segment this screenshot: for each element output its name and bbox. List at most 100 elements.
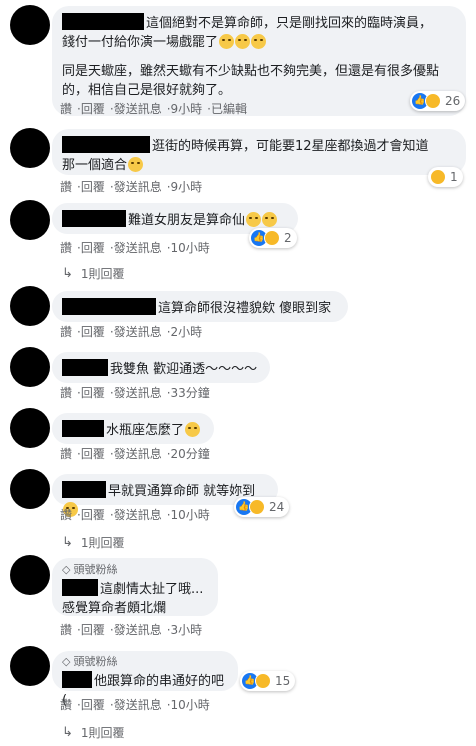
like-button[interactable]: 讚 xyxy=(60,447,72,461)
redacted-name[interactable] xyxy=(62,359,108,376)
laughing-emoji-icon xyxy=(251,34,267,49)
reply-button[interactable]: 回覆 xyxy=(81,241,105,255)
reply-button[interactable]: 回覆 xyxy=(81,102,105,116)
view-replies-link[interactable]: ↳ 1則回覆 xyxy=(62,534,125,551)
avatar[interactable] xyxy=(10,5,50,45)
comment-actions: 讚 ·回覆 ·發送訊息 ·33分鐘 xyxy=(60,386,210,400)
rofl-emoji-icon xyxy=(262,212,278,227)
redacted-name[interactable] xyxy=(62,136,150,153)
haha-reaction-icon xyxy=(430,169,446,185)
avatar[interactable] xyxy=(10,128,50,168)
like-button[interactable]: 讚 xyxy=(60,508,72,522)
redacted-name[interactable] xyxy=(62,298,156,315)
avatar[interactable] xyxy=(10,555,50,595)
redacted-name[interactable] xyxy=(62,13,144,30)
reply-arrow-icon: ↳ xyxy=(62,266,73,281)
comment-text: 這算命師很沒禮貌欸 傻眼到家 xyxy=(158,301,332,316)
comment-actions: 讚 ·回覆 ·發送訊息 ·2小時 xyxy=(60,325,203,339)
timestamp[interactable]: 9小時 xyxy=(171,102,203,116)
redacted-name[interactable] xyxy=(62,671,92,688)
comment-text: 難道女朋友是算命仙 xyxy=(128,213,246,228)
send-message-button[interactable]: 發送訊息 xyxy=(114,325,162,339)
reply-button[interactable]: 回覆 xyxy=(81,180,105,194)
haha-reaction-icon xyxy=(249,499,265,515)
send-message-button[interactable]: 發送訊息 xyxy=(114,623,162,637)
comment-actions: 讚 ·回覆 ·發送訊息 ·10小時 xyxy=(60,698,210,712)
send-message-button[interactable]: 發送訊息 xyxy=(114,386,162,400)
timestamp[interactable]: 9小時 xyxy=(171,180,203,194)
reaction-summary[interactable]: 1 xyxy=(428,167,463,187)
send-message-button[interactable]: 發送訊息 xyxy=(114,698,162,712)
timestamp[interactable]: 2小時 xyxy=(171,325,203,339)
haha-reaction-icon xyxy=(425,93,441,109)
reply-button[interactable]: 回覆 xyxy=(81,698,105,712)
reaction-summary[interactable]: 👍 15 xyxy=(240,671,296,691)
smiling-emoji-icon xyxy=(185,422,201,437)
reply-button[interactable]: 回覆 xyxy=(81,325,105,339)
edited-label: 已編輯 xyxy=(211,102,248,116)
avatar[interactable] xyxy=(10,200,50,240)
timestamp[interactable]: 10小時 xyxy=(171,698,210,712)
avatar[interactable] xyxy=(10,408,50,448)
reply-button[interactable]: 回覆 xyxy=(81,623,105,637)
laughing-emoji-icon xyxy=(219,34,235,49)
comment-text: 逛街的時候再算，可能要12星座都換過才會知道 xyxy=(152,139,429,154)
send-message-button[interactable]: 發送訊息 xyxy=(114,241,162,255)
diamond-icon: ◇ xyxy=(62,563,71,576)
comment-actions: 讚 ·回覆 ·發送訊息 ·20分鐘 xyxy=(60,447,210,461)
redacted-name[interactable] xyxy=(62,420,104,437)
reply-button[interactable]: 回覆 xyxy=(81,447,105,461)
top-fan-badge: ◇ 頭號粉絲 xyxy=(62,563,118,576)
like-button[interactable]: 讚 xyxy=(60,698,72,712)
reply-button[interactable]: 回覆 xyxy=(81,386,105,400)
comment-actions: 讚 ·回覆 ·發送訊息 ·10小時 xyxy=(60,241,210,255)
timestamp[interactable]: 3小時 xyxy=(171,623,203,637)
send-message-button[interactable]: 發送訊息 xyxy=(114,508,162,522)
comment-text: 感覺算命者頗北爛 xyxy=(62,601,167,616)
reaction-summary[interactable]: 👍 26 xyxy=(410,91,466,111)
send-message-button[interactable]: 發送訊息 xyxy=(114,447,162,461)
timestamp[interactable]: 10小時 xyxy=(171,508,210,522)
avatar[interactable] xyxy=(10,646,50,686)
redacted-name[interactable] xyxy=(62,210,126,227)
like-button[interactable]: 讚 xyxy=(60,241,72,255)
haha-reaction-icon xyxy=(264,230,280,246)
comment-actions: 讚 ·回覆 ·發送訊息 ·9小時 xyxy=(60,180,203,194)
comment-bubble: 水瓶座怎麼了 xyxy=(52,413,214,444)
avatar[interactable] xyxy=(10,347,50,387)
reply-arrow-icon: ↳ xyxy=(62,535,73,550)
like-button[interactable]: 讚 xyxy=(60,623,72,637)
reaction-summary[interactable]: 👍 2 xyxy=(249,228,297,248)
comment-text: 那一個適合 xyxy=(62,158,128,173)
like-button[interactable]: 讚 xyxy=(60,102,72,116)
comment-text: 水瓶座怎麼了 xyxy=(106,423,185,438)
reaction-summary[interactable]: 👍 24 xyxy=(234,497,290,517)
comment-text: 同是天蠍座，雖然天蠍有不少缺點也不夠完美，但還是有很多優點的，相信自己是很好就夠… xyxy=(62,64,440,98)
smiling-emoji-icon xyxy=(128,157,144,172)
top-fan-badge: ◇ 頭號粉絲 xyxy=(62,655,118,668)
comment-actions: 讚 ·回覆 ·發送訊息 ·10小時 xyxy=(60,508,210,522)
timestamp[interactable]: 33分鐘 xyxy=(171,386,210,400)
like-button[interactable]: 讚 xyxy=(60,180,72,194)
reply-button[interactable]: 回覆 xyxy=(81,508,105,522)
redacted-name[interactable] xyxy=(62,579,98,596)
comment-text: 這個絕對不是算命師，只是剛找回來的臨時演員， xyxy=(62,13,454,33)
timestamp[interactable]: 20分鐘 xyxy=(171,447,210,461)
send-message-button[interactable]: 發送訊息 xyxy=(114,102,162,116)
like-button[interactable]: 讚 xyxy=(60,386,72,400)
view-replies-link[interactable]: ↳ 1則回覆 xyxy=(62,724,125,741)
timestamp[interactable]: 10小時 xyxy=(171,241,210,255)
comment-bubble: 逛街的時候再算，可能要12星座都換過才會知道 那一個適合 xyxy=(52,129,466,175)
haha-reaction-icon xyxy=(255,673,271,689)
comment-actions: 讚 ·回覆 ·發送訊息 ·3小時 xyxy=(60,623,203,637)
diamond-icon: ◇ xyxy=(62,655,71,668)
send-message-button[interactable]: 發送訊息 xyxy=(114,180,162,194)
redacted-name[interactable] xyxy=(62,481,106,498)
avatar[interactable] xyxy=(10,469,50,509)
thinking-emoji-icon xyxy=(246,212,262,227)
view-replies-link[interactable]: ↳ 1則回覆 xyxy=(62,265,125,282)
comment-bubble: ◇ 頭號粉絲 他跟算命的串通好的吧( xyxy=(52,651,238,708)
avatar[interactable] xyxy=(10,286,50,326)
comment-actions: 讚 ·回覆 ·發送訊息 ·9小時 ·已編輯 xyxy=(60,102,248,116)
like-button[interactable]: 讚 xyxy=(60,325,72,339)
